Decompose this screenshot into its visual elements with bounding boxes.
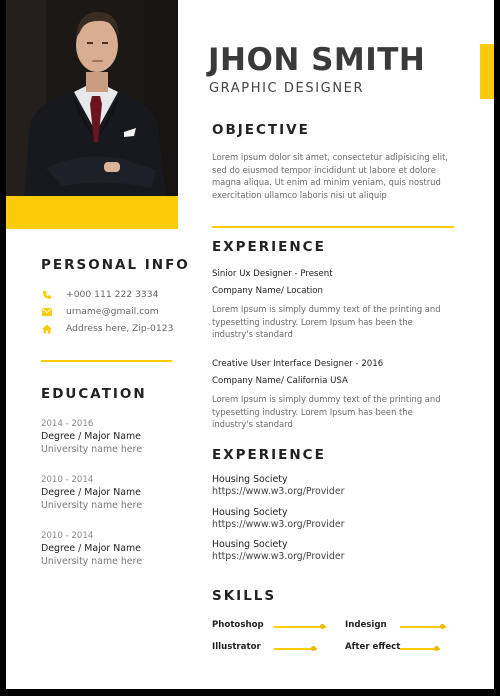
job-description-line: industry's standard [212,329,293,339]
skill-level-marker [440,624,445,629]
objective-line: magna aliqua. Ut enim ad minim veniam, q… [212,177,441,187]
education-school: University name here [41,556,142,567]
phone-text: +000 111 222 3334 [66,289,159,300]
skill-level-bar [274,626,326,628]
project-url[interactable]: https://www.w3.org/Provider [212,486,344,497]
job-description-line: industry's standard [212,419,293,429]
skill-level-marker [320,624,325,629]
skill-level-marker [434,646,439,651]
candidate-role: GRAPHIC DESIGNER [209,81,365,96]
job-description-line: typesetting industry. Lorem Ipsum has be… [212,406,413,417]
objective-line: sed do eiusmod tempor incididunt ut labo… [212,164,436,175]
job-description-line: typesetting industry. Lorem Ipsum has be… [212,316,413,327]
email-icon [41,307,53,317]
phone-row: +000 111 222 3334 [41,289,158,300]
project-url[interactable]: https://www.w3.org/Provider [212,551,344,562]
skill-name: Illustrator [212,642,261,652]
job-title: Sinior Ux Designer - Present [212,269,333,279]
address-text: Address here, Zip-0123 [66,323,174,334]
projects-heading: EXPERIENCE [212,447,326,463]
job-title: Creative User Interface Designer - 2016 [212,359,384,369]
profile-photo [6,0,178,196]
education-years: 2014 - 2016 [41,419,94,429]
experience-heading: EXPERIENCE [212,239,326,255]
education-years: 2010 - 2014 [41,475,94,485]
email-text[interactable]: urname@gmail.com [66,306,159,317]
project-title: Housing Society [212,474,288,485]
job-company: Company Name/ Location [212,286,323,296]
candidate-name: JHON SMITH [208,42,426,78]
skill-level-marker [311,646,316,651]
education-degree: Degree / Major Name [41,543,141,554]
education-degree: Degree / Major Name [41,487,141,498]
education-degree: Degree / Major Name [41,431,141,442]
job-description: Lorem Ipsum is simply dummy text of the … [212,393,462,431]
education-years: 2010 - 2014 [41,531,94,541]
objective-heading: OBJECTIVE [212,122,310,138]
objective-divider [212,226,454,228]
sidebar-divider [41,360,172,362]
sidebar-accent-band [6,196,178,229]
address-row: Address here, Zip-0123 [41,323,173,334]
job-description: Lorem Ipsum is simply dummy text of the … [212,303,462,341]
objective-line: Lorem ipsum dolor sit amet, consectetur … [212,152,449,162]
email-row: urname@gmail.com [41,306,159,317]
education-school: University name here [41,444,142,455]
education-heading: EDUCATION [41,386,147,402]
objective-line: exercitation ullamco laboris nisi ut ali… [212,189,387,200]
personal-info-heading: PERSONAL INFO [41,257,190,273]
skills-heading: SKILLS [212,588,277,604]
phone-icon [41,290,53,300]
job-description-line: Lorem Ipsum is simply dummy text of the … [212,394,441,404]
skill-name: Indesign [345,620,387,630]
skill-name: Photoshop [212,620,264,630]
objective-text: Lorem ipsum dolor sit amet, consectetur … [212,151,462,201]
sidebar: PERSONAL INFO +000 111 222 3334 urname@g… [6,0,188,689]
resume-page: PERSONAL INFO +000 111 222 3334 urname@g… [6,0,494,689]
project-title: Housing Society [212,507,288,518]
skill-name: After effect [345,642,401,652]
project-url[interactable]: https://www.w3.org/Provider [212,519,344,530]
project-title: Housing Society [212,539,288,550]
home-icon [41,324,53,334]
job-company: Company Name/ California USA [212,376,348,386]
job-description-line: Lorem Ipsum is simply dummy text of the … [212,304,441,314]
education-school: University name here [41,500,142,511]
header-accent-bar [480,44,494,99]
